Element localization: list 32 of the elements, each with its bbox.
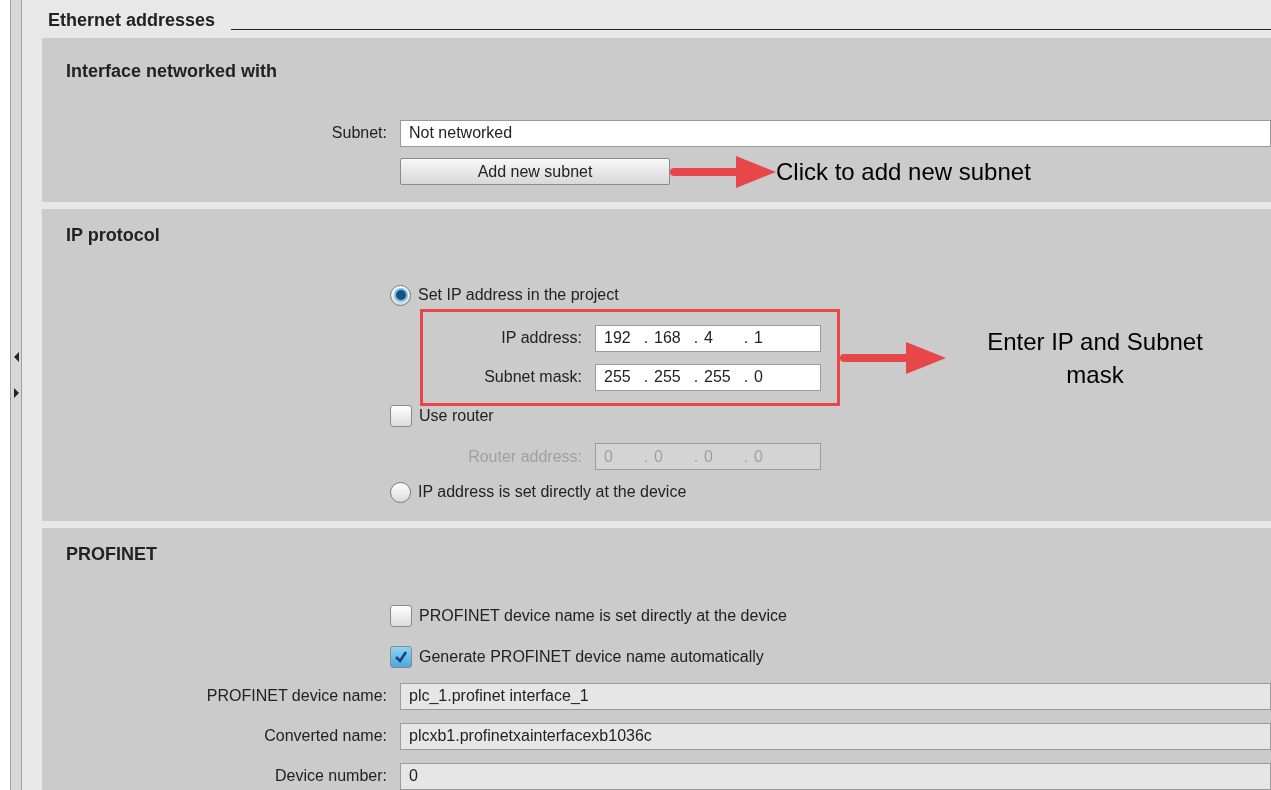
field-label: IP address: [500, 328, 583, 349]
right-arrow-icon[interactable] [13, 388, 19, 398]
text-field[interactable]: 0 [400, 763, 1271, 790]
checkbox-label: Generate PROFINET device name automatically [419, 647, 764, 667]
left-arrow-icon[interactable] [13, 352, 19, 362]
ip-address-field[interactable]: 192 . 168 . 4 . 1 [595, 324, 821, 352]
text-field[interactable]: plcxb1.profinetxainterfacexb1036c [400, 723, 1271, 750]
field-label: Converted name: [263, 726, 388, 747]
checkbox[interactable] [390, 605, 412, 627]
field-label: Device number: [273, 766, 388, 787]
panel-title: Interface networked with [66, 59, 279, 83]
field-label: Subnet mask: [483, 367, 583, 388]
radio-button[interactable] [390, 284, 411, 306]
checkbox-label: PROFINET device name is set directly at the device [419, 606, 787, 626]
annotation-text: Enter IP and Subnet mask [986, 326, 1204, 390]
radio-label: IP address is set directly at the device [418, 482, 687, 503]
panel-title: IP protocol [65, 224, 161, 248]
text-field[interactable]: plc_1.profinet interface_1 [400, 683, 1271, 710]
section-heading: Ethernet addresses [48, 8, 216, 32]
subnet-field[interactable]: Not networked [400, 119, 1271, 147]
add-subnet-button[interactable]: Add new subnet [400, 158, 670, 186]
radio-button[interactable] [390, 481, 411, 503]
field-label: PROFINET device name: [205, 686, 388, 707]
checkmark-icon [393, 649, 409, 665]
checkbox[interactable] [390, 405, 412, 428]
ip-address-field[interactable]: 255 . 255 . 255 . 0 [595, 363, 821, 391]
panel-title: PROFINET [65, 543, 158, 566]
checkbox[interactable] [390, 646, 412, 668]
annotation-text: Click to add new subnet [776, 156, 1031, 187]
radio-label: Set IP address in the project [418, 285, 619, 306]
field-label: Subnet: [330, 123, 388, 144]
checkbox-label: Use router [419, 406, 494, 427]
